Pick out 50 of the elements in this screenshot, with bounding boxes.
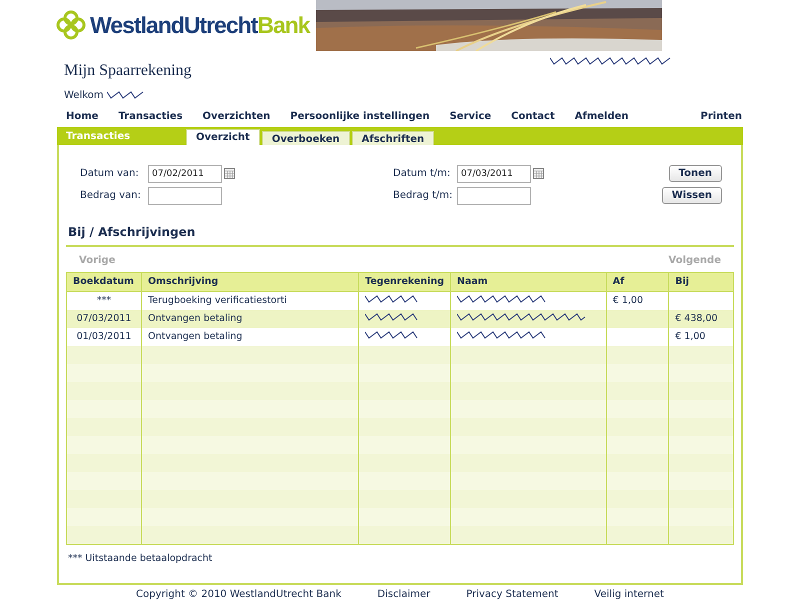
nav-link[interactable]: Overzichten	[202, 110, 270, 122]
calendar-icon[interactable]	[224, 168, 235, 180]
table-cell: ***	[66, 291, 142, 310]
footnote: *** Uitstaande betaalopdracht	[67, 552, 214, 564]
input-field[interactable]: 07/03/2011	[457, 164, 531, 183]
nav-link[interactable]: Transacties	[118, 110, 183, 122]
logo-text: WestlandUtrechtBank	[90, 12, 310, 38]
nav-link[interactable]: Contact	[511, 110, 555, 122]
tab[interactable]: Overboeken	[262, 130, 350, 145]
table-cell: € 438,00	[668, 310, 734, 328]
nav-link[interactable]: Service	[450, 110, 492, 122]
table-cell: 07/03/2011	[66, 310, 142, 328]
nav-link[interactable]: Home	[66, 110, 98, 122]
table-cell: 01/03/2011	[66, 328, 142, 346]
table-cell: Ontvangen betaling	[141, 310, 359, 328]
field-label: Bedrag van:	[80, 190, 142, 202]
table-cell: € 1,00	[668, 328, 734, 346]
nav-link[interactable]: Afmelden	[574, 110, 629, 122]
column-header: Omschrijving	[141, 272, 359, 292]
column-header: Af	[606, 272, 669, 292]
column-header: Bij	[668, 272, 734, 292]
show-button[interactable]: Tonen	[668, 165, 722, 182]
section-heading: Bij / Afschrijvingen	[66, 204, 734, 247]
section-title: Transacties	[65, 130, 132, 144]
clear-button[interactable]: Wissen	[662, 187, 722, 204]
column-header: Tegenrekening	[358, 272, 451, 292]
table-cell	[668, 291, 734, 310]
table-cell: Ontvangen betaling	[141, 328, 359, 346]
field-label: Datum t/m:	[393, 168, 452, 180]
calendar-icon[interactable]	[533, 168, 544, 180]
tab[interactable]: Afschriften	[352, 130, 434, 145]
table-cell: Terugboeking verificatiestorti	[141, 291, 359, 310]
column-header: Naam	[450, 272, 606, 292]
column-header: Boekdatum	[66, 272, 142, 292]
tab[interactable]: Overzicht	[186, 128, 260, 145]
nav-link[interactable]: Persoonlijke instellingen	[290, 110, 430, 122]
field-label: Datum van:	[80, 168, 140, 180]
footer-link[interactable]: Disclaimer	[377, 589, 430, 600]
logo-icon	[56, 10, 86, 40]
welcome-text: Welkom	[64, 90, 104, 101]
copyright-text: Copyright © 2010 WestlandUtrecht Bank	[136, 589, 342, 600]
input-field[interactable]	[148, 186, 222, 205]
footer-link[interactable]: Veilig internet	[594, 589, 664, 600]
input-field[interactable]	[457, 186, 531, 205]
page-title: Mijn Spaarrekening	[64, 62, 192, 80]
print-link[interactable]: Printen	[700, 110, 742, 122]
footer-link[interactable]: Privacy Statement	[466, 589, 558, 600]
table-cell: € 1,00	[606, 291, 669, 310]
field-label: Bedrag t/m:	[393, 190, 454, 202]
input-field[interactable]: 07/02/2011	[148, 164, 222, 183]
